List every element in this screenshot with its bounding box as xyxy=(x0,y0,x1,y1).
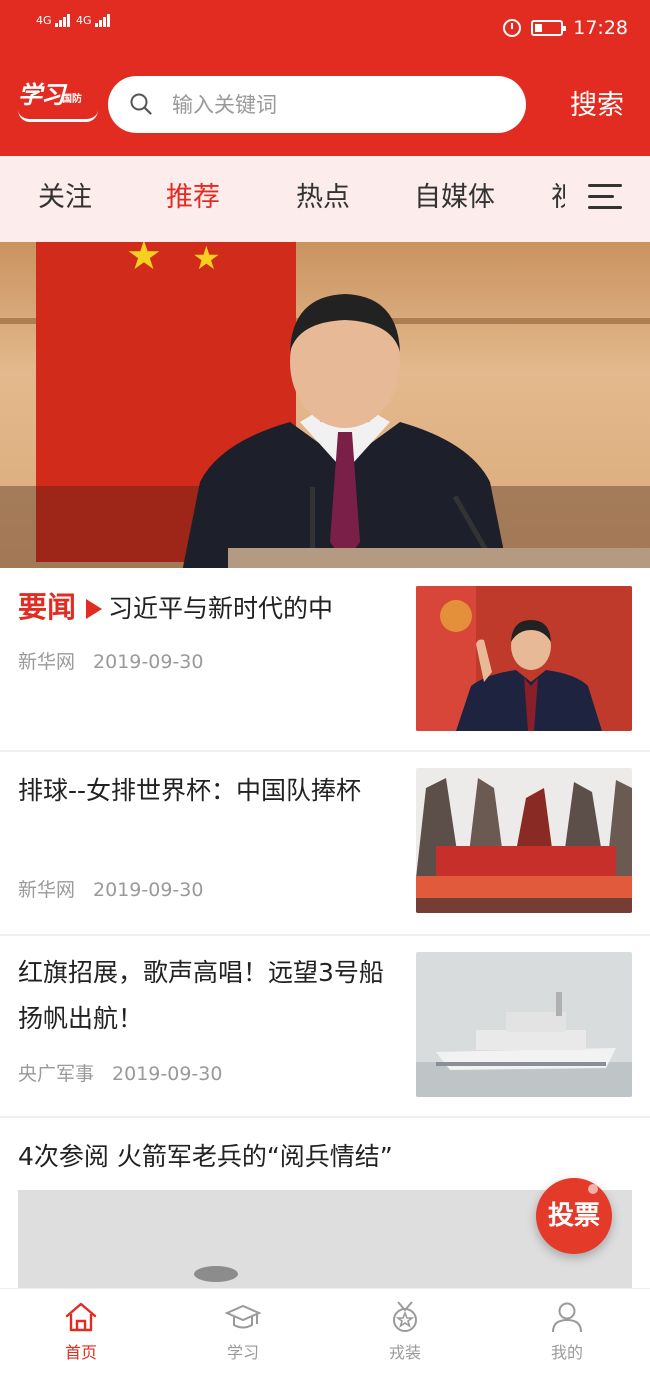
hero-banner[interactable]: ★ ★ xyxy=(0,242,650,568)
logo-swoosh xyxy=(18,110,98,122)
news-item[interactable]: 要闻 习近平与新时代的中 新华网 2019-09-30 xyxy=(0,568,650,750)
home-icon xyxy=(65,1302,97,1332)
news-title: 红旗招展，歌声高唱！远望3号船扬帆出航！ xyxy=(18,958,384,1033)
signal-label: 4G xyxy=(76,14,92,27)
nav-label: 我的 xyxy=(550,1343,583,1362)
flag-star-icon: ★ xyxy=(126,242,162,279)
vote-badge-dot xyxy=(588,1184,598,1194)
news-meta: 央广军事 2019-09-30 xyxy=(18,1062,222,1086)
news-title: 4次参阅 火箭军老兵的“阅兵情结” xyxy=(18,1142,393,1171)
news-thumbnail xyxy=(416,586,632,731)
vote-button[interactable]: 投票 xyxy=(536,1178,612,1254)
news-date: 2019-09-30 xyxy=(112,1063,223,1085)
news-date: 2019-09-30 xyxy=(93,879,204,901)
nav-label: 首页 xyxy=(64,1343,97,1362)
bottom-nav: 首页 学习 戎装 我的 xyxy=(0,1288,650,1375)
news-image xyxy=(416,952,632,1097)
nav-uniform[interactable]: 戎装 xyxy=(324,1289,486,1375)
news-item[interactable]: 红旗招展，歌声高唱！远望3号船扬帆出航！ 央广军事 2019-09-30 xyxy=(0,936,650,1116)
logo-subtext: 国防 xyxy=(62,94,82,105)
tab-zimeiti[interactable]: 自媒体 xyxy=(414,180,495,216)
logo-text: 学习 xyxy=(18,80,65,109)
status-time: 17:28 xyxy=(573,17,628,39)
signal-indicator-2: 4G xyxy=(76,14,111,27)
battery-icon xyxy=(531,20,567,36)
category-tabs: 关注 推荐 热点 自媒体 视 xyxy=(0,156,650,242)
news-title-text: 习近平与新时代的中 xyxy=(108,594,334,623)
app-logo[interactable]: 学习 国防 xyxy=(18,82,100,126)
search-placeholder: 输入关键词 xyxy=(172,93,277,117)
search-input[interactable]: 输入关键词 xyxy=(108,76,526,133)
tab-guanzhu[interactable]: 关注 xyxy=(38,180,92,216)
news-image xyxy=(416,586,632,731)
graduation-cap-icon xyxy=(225,1304,261,1329)
news-source: 新华网 xyxy=(18,651,76,673)
search-icon xyxy=(130,93,152,115)
news-source: 新华网 xyxy=(18,879,76,901)
nav-study[interactable]: 学习 xyxy=(162,1289,324,1375)
user-icon xyxy=(552,1302,582,1333)
play-arrow-icon xyxy=(86,599,103,619)
status-right-group: 17:28 xyxy=(503,14,628,42)
news-source: 央广军事 xyxy=(18,1063,95,1085)
nav-profile[interactable]: 我的 xyxy=(486,1289,648,1375)
news-meta: 新华网 2019-09-30 xyxy=(18,650,203,674)
menu-icon[interactable] xyxy=(588,184,622,210)
app-header: 4G 4G 17:28 学习 国防 输入关键词 搜索 xyxy=(0,0,650,156)
news-item[interactable]: 排球--女排世界杯：中国队捧杯 新华网 2019-09-30 xyxy=(0,752,650,934)
tab-tuijian[interactable]: 推荐 xyxy=(166,180,220,216)
news-title: 要闻 习近平与新时代的中 xyxy=(18,584,390,632)
flag-star-icon: ★ xyxy=(192,242,221,277)
podium xyxy=(228,548,650,568)
nav-label: 学习 xyxy=(226,1343,259,1362)
tab-redian[interactable]: 热点 xyxy=(296,180,350,216)
tab-shipin-partial[interactable]: 视 xyxy=(551,180,565,216)
signal-indicator-1: 4G xyxy=(36,14,71,27)
signal-label: 4G xyxy=(36,14,52,27)
speaker-figure xyxy=(182,294,508,568)
nav-home[interactable]: 首页 xyxy=(0,1289,162,1375)
news-thumbnail xyxy=(416,768,632,913)
news-image xyxy=(416,768,632,913)
medal-icon xyxy=(393,1301,417,1332)
news-meta: 新华网 2019-09-30 xyxy=(18,878,203,902)
alarm-icon xyxy=(503,19,522,37)
news-date: 2019-09-30 xyxy=(93,651,204,673)
headline-tag: 要闻 xyxy=(18,590,77,624)
signal-bars-icon xyxy=(95,14,111,27)
status-bar: 4G 4G 17:28 xyxy=(0,0,650,56)
search-button[interactable]: 搜索 xyxy=(570,88,624,124)
signal-bars-icon xyxy=(55,14,71,27)
news-title: 排球--女排世界杯：中国队捧杯 xyxy=(18,776,362,805)
news-thumbnail xyxy=(416,952,632,1097)
nav-label: 戎装 xyxy=(388,1343,421,1362)
